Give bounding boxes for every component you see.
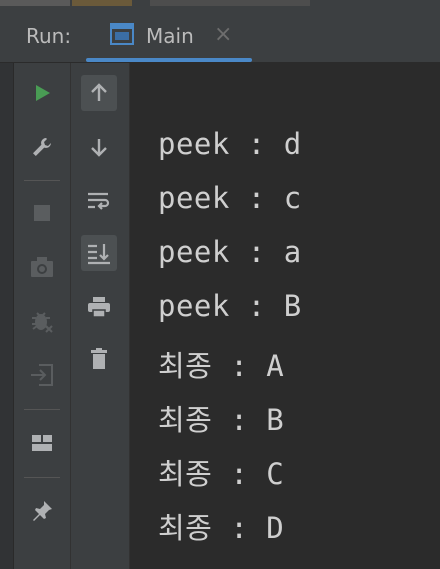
console-line: peek : c [158, 181, 302, 215]
previous-occurrence-button[interactable] [81, 75, 117, 111]
up-arrow-icon [91, 83, 107, 101]
print-icon [88, 297, 110, 318]
console-line: 최종 : C [158, 457, 285, 491]
debug-button[interactable] [24, 303, 60, 339]
tab-main[interactable]: Main × [86, 10, 252, 62]
console-line: 최종 : A [158, 349, 285, 383]
wrench-icon [33, 138, 51, 156]
run-label: Run: [26, 24, 72, 48]
tab-selected-underline [86, 58, 252, 62]
console-line: peek : d [158, 127, 302, 161]
scroll-to-end-button[interactable] [81, 235, 117, 271]
soft-wrap-icon [88, 192, 110, 210]
pin-icon [33, 501, 52, 521]
run-tool-window-header: Run: Main × [0, 10, 440, 63]
run-toolbar-primary [14, 63, 71, 569]
tab-main-label: Main [146, 24, 194, 48]
soft-wrap-button[interactable] [81, 183, 117, 219]
exit-icon [31, 364, 53, 386]
pin-button[interactable] [24, 493, 60, 529]
down-arrow-icon [91, 139, 107, 157]
layout-button[interactable] [24, 425, 60, 461]
dump-threads-button[interactable] [24, 249, 60, 285]
top-strip-segment [0, 0, 70, 6]
next-occurrence-button[interactable] [81, 129, 117, 165]
camera-icon [31, 257, 53, 277]
left-edge-strip [0, 63, 14, 569]
trash-icon [91, 348, 107, 369]
console-output[interactable]: peek : d peek : c peek : a peek : B 최종 :… [130, 63, 440, 569]
toolbar-separator [24, 477, 60, 478]
console-line: peek : a [158, 235, 302, 269]
scroll-to-end-icon [88, 244, 110, 265]
application-window-icon [110, 23, 134, 45]
stop-button[interactable] [24, 195, 60, 231]
console-line: 최종 : D [158, 511, 285, 545]
layout-icon [32, 435, 52, 451]
rerun-icon [36, 85, 50, 101]
debug-bug-icon [32, 312, 53, 333]
exit-button[interactable] [24, 357, 60, 393]
toolbar-separator [24, 180, 60, 181]
console-line: peek : B [158, 289, 302, 323]
close-icon[interactable]: × [214, 22, 232, 47]
toolbar-separator [24, 409, 60, 410]
top-strip-segment [72, 0, 132, 6]
top-strip-segment [150, 0, 310, 6]
print-button[interactable] [81, 289, 117, 325]
stop-icon [34, 205, 50, 221]
console-line: 최종 : B [158, 403, 285, 437]
rerun-button[interactable] [24, 75, 60, 111]
settings-button[interactable] [24, 129, 60, 165]
clear-all-button[interactable] [81, 341, 117, 377]
run-toolbar-secondary [71, 63, 130, 569]
